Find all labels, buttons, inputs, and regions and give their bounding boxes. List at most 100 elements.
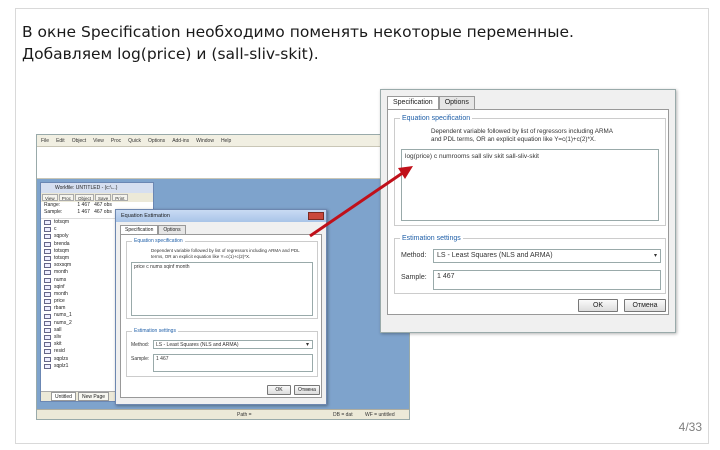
menu-view[interactable]: View bbox=[93, 135, 104, 146]
workfile-object-label: price bbox=[54, 298, 65, 305]
zoomed-dialog-body: Equation specification Dependent variabl… bbox=[387, 109, 669, 315]
status-db: DB = dat bbox=[333, 412, 353, 418]
series-icon bbox=[44, 284, 51, 290]
workfile-object-label: nums_2 bbox=[54, 319, 72, 326]
zoomed-spec-desc-line2: and PDL terms, OR an explicit equation l… bbox=[431, 136, 596, 143]
wf-object-button[interactable]: Object bbox=[74, 194, 94, 201]
series-icon bbox=[44, 234, 51, 240]
estimation-group-label: Estimation settings bbox=[132, 328, 178, 335]
zoomed-tab-specification[interactable]: Specification bbox=[387, 96, 439, 109]
series-icon bbox=[44, 349, 51, 355]
wf-view-button[interactable]: View bbox=[42, 194, 58, 201]
spec-group: Equation specification Dependent variabl… bbox=[126, 238, 318, 319]
zoomed-sample-input[interactable]: 1 467 bbox=[433, 270, 661, 290]
workfile-object-label: brenda bbox=[54, 240, 70, 247]
status-path: Path = bbox=[237, 412, 252, 418]
series-icon bbox=[44, 270, 51, 276]
chevron-down-icon: ▾ bbox=[305, 342, 309, 348]
series-icon bbox=[44, 327, 51, 333]
equation-estimation-dialog-small: Equation Estimation Specification Option… bbox=[115, 209, 327, 405]
series-icon bbox=[44, 342, 51, 348]
series-icon bbox=[44, 291, 51, 297]
zoomed-dialog-tabs: Specification Options bbox=[381, 90, 675, 109]
wf-save-button[interactable]: Save bbox=[94, 194, 112, 201]
eviews-menubar: File Edit Object View Proc Quick Options… bbox=[37, 135, 409, 147]
wf-print-button[interactable]: Print bbox=[112, 194, 128, 201]
workfile-object-label: rbam bbox=[54, 305, 66, 312]
menu-options[interactable]: Options bbox=[148, 135, 165, 146]
workfile-object-label: sliv bbox=[54, 334, 62, 340]
spec-description: Dependent variable followed by list of r… bbox=[151, 248, 300, 259]
series-icon bbox=[44, 263, 51, 269]
method-label: Method: bbox=[131, 342, 150, 348]
range-obs: 467 obs bbox=[94, 202, 112, 208]
workfile-object-label: sall bbox=[54, 326, 62, 333]
eviews-desktop: Workfile: UNTITLED - (c:\...) View Proc … bbox=[37, 179, 409, 409]
chevron-down-icon: ▾ bbox=[653, 253, 657, 259]
page-number: 4/33 bbox=[678, 420, 702, 434]
zoomed-ok-button[interactable]: OK bbox=[578, 299, 618, 312]
workfile-object-label: sqplzs bbox=[54, 355, 69, 362]
wf-proc-button[interactable]: Proc bbox=[58, 194, 74, 201]
series-icon bbox=[44, 335, 51, 341]
menu-addins[interactable]: Add-ins bbox=[172, 135, 189, 146]
workfile-title[interactable]: Workfile: UNTITLED - (c:\...) bbox=[41, 183, 153, 193]
cancel-button[interactable]: Отмена bbox=[294, 385, 320, 395]
workfile-object-label: sqinf bbox=[54, 283, 65, 290]
slide-caption-line1: В окне Specification необходимо поменять… bbox=[22, 23, 574, 41]
sample-obs: 467 obs bbox=[94, 209, 112, 215]
workfile-object-label: resid bbox=[54, 348, 65, 355]
series-icon bbox=[44, 227, 51, 233]
workfile-object-label: totsqm bbox=[54, 219, 70, 225]
zoomed-method-value: LS - Least Squares (NLS and ARMA) bbox=[437, 252, 553, 259]
series-icon bbox=[44, 220, 51, 226]
series-icon bbox=[44, 248, 51, 254]
workfile-object-label: nums bbox=[54, 276, 67, 283]
zoomed-spec-group: Equation specification Dependent variabl… bbox=[394, 114, 666, 226]
tab-specification[interactable]: Specification bbox=[120, 225, 159, 234]
zoomed-method-label: Method: bbox=[401, 252, 427, 259]
series-icon bbox=[44, 306, 51, 312]
ok-button[interactable]: OK bbox=[267, 385, 291, 395]
sample-input[interactable]: 1 467 bbox=[153, 354, 313, 372]
workfile-object-label: totsqm bbox=[54, 247, 70, 254]
zoomed-method-select[interactable]: LS - Least Squares (NLS and ARMA) ▾ bbox=[433, 249, 661, 263]
zoomed-cancel-button[interactable]: Отмена bbox=[624, 299, 666, 312]
series-icon bbox=[44, 299, 51, 305]
method-select[interactable]: LS - Least Squares (NLS and ARMA) ▾ bbox=[153, 340, 313, 349]
dialog-tabs: Specification Options bbox=[116, 222, 326, 234]
workfile-range: Range: 1 467 467 obs bbox=[41, 202, 153, 209]
zoomed-tab-options[interactable]: Options bbox=[438, 96, 475, 109]
menu-window[interactable]: Window bbox=[196, 135, 214, 146]
menu-edit[interactable]: Edit bbox=[56, 135, 65, 146]
range-value[interactable]: 1 467 bbox=[77, 202, 90, 208]
tab-untitled[interactable]: Untitled bbox=[51, 392, 76, 401]
zoomed-equation-input[interactable]: log(price) c numrooms sall sliv skit sal… bbox=[401, 149, 659, 221]
zoomed-spec-description: Dependent variable followed by list of r… bbox=[431, 128, 661, 144]
workfile-object-label: totsqm bbox=[54, 254, 70, 261]
menu-quick[interactable]: Quick bbox=[128, 135, 141, 146]
sample-label: Sample: bbox=[44, 209, 63, 215]
workfile-object-label: skit bbox=[54, 341, 62, 348]
equation-estimation-dialog-zoomed: Specification Options Equation specifica… bbox=[380, 89, 676, 333]
series-icon bbox=[44, 241, 51, 247]
sample-value[interactable]: 1 467 bbox=[77, 209, 90, 215]
menu-help[interactable]: Help bbox=[221, 135, 231, 146]
menu-file[interactable]: File bbox=[41, 135, 49, 146]
status-wf: WF = untitled bbox=[365, 412, 395, 418]
dialog-title: Equation Estimation bbox=[116, 210, 326, 222]
status-bar: Path = DB = dat WF = untitled bbox=[37, 409, 409, 419]
method-value: LS - Least Squares (NLS and ARMA) bbox=[156, 342, 239, 348]
series-icon bbox=[44, 363, 51, 369]
close-icon[interactable] bbox=[308, 212, 324, 220]
tab-new-page[interactable]: New Page bbox=[77, 392, 110, 401]
menu-object[interactable]: Object bbox=[72, 135, 86, 146]
command-window[interactable] bbox=[37, 147, 409, 179]
workfile-toolbar: View Proc Object Save Print bbox=[41, 193, 153, 202]
tab-options[interactable]: Options bbox=[158, 225, 186, 234]
workfile-object-label: nums_1 bbox=[54, 312, 72, 319]
equation-input[interactable]: price c nums sqinf month bbox=[131, 262, 313, 316]
dialog-body: Equation specification Dependent variabl… bbox=[120, 234, 322, 398]
menu-proc[interactable]: Proc bbox=[111, 135, 121, 146]
sample-label: Sample: bbox=[131, 356, 150, 362]
